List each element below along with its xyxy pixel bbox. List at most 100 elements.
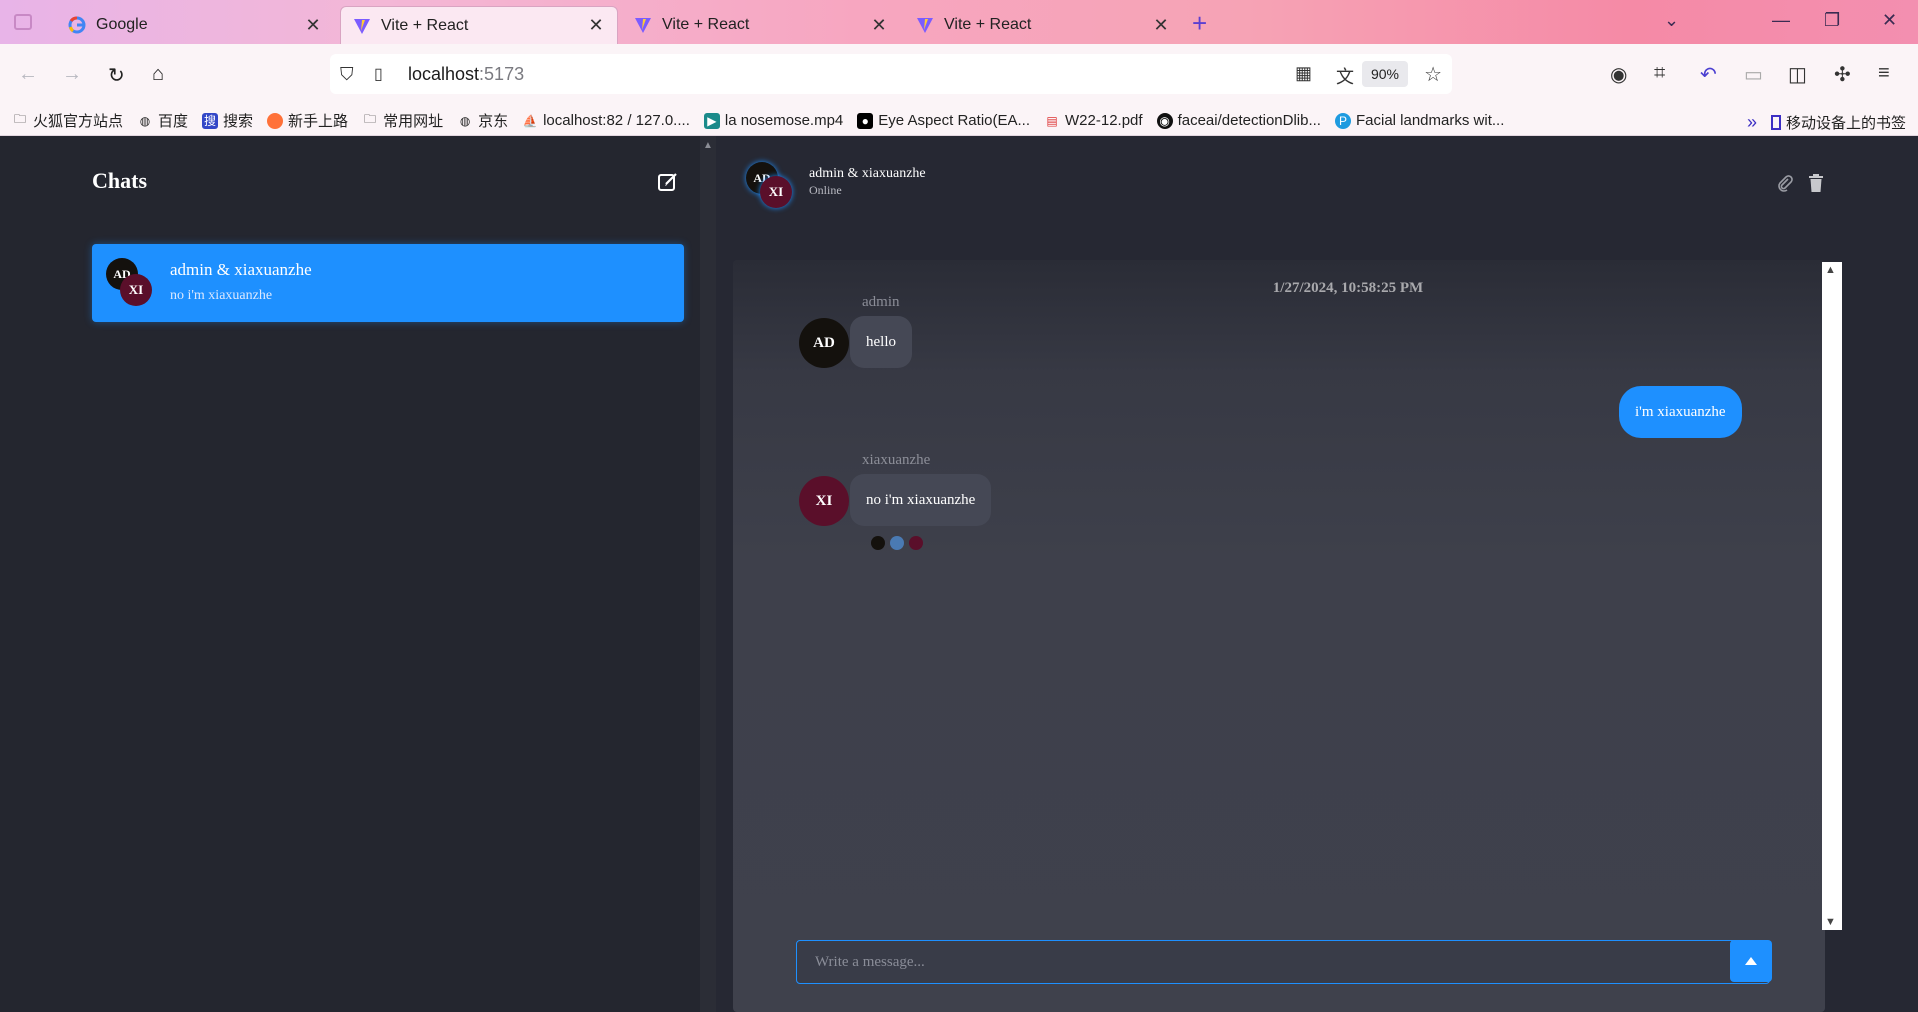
new-chat-edit-icon[interactable] <box>656 170 680 194</box>
shield-icon[interactable]: ⛉ <box>340 64 354 85</box>
bookmark-item[interactable]: 🗀 火狐官方站点 <box>12 110 123 131</box>
vite-icon <box>916 16 934 34</box>
sidebar-title: Chats <box>92 168 148 193</box>
chat-item-name: admin & xiaxuanzhe <box>170 260 312 279</box>
send-arrow-icon <box>1745 957 1757 965</box>
chat-header-name: admin & xiaxuanzhe <box>809 166 926 181</box>
account-icon[interactable]: ◉ <box>1610 62 1627 87</box>
message-sender: xiaxuanzhe <box>862 452 931 468</box>
browser-tab-vite[interactable]: Vite + React ✕ <box>622 6 900 44</box>
bookmark-item[interactable]: ◍ 百度 <box>137 110 188 131</box>
chat-item-last-message: no i'm xiaxuanzhe <box>170 288 273 303</box>
bookmark-label: faceai/detectionDlib... <box>1177 112 1321 129</box>
bookmark-item[interactable]: ⛵ localhost:82 / 127.0.... <box>522 112 690 129</box>
close-tab-icon[interactable]: ✕ <box>304 15 322 36</box>
bookmark-item[interactable]: 🗀 常用网址 <box>362 110 443 131</box>
mobile-device-icon <box>1770 115 1781 130</box>
bookmark-item[interactable]: 搜搜索 <box>202 110 253 131</box>
restore-window-button[interactable]: ❐ <box>1824 10 1840 31</box>
url-text[interactable]: localhost:5173 <box>408 64 524 85</box>
bookmark-label: 京东 <box>478 113 509 130</box>
chat-pane: AD XI admin & xiaxuanzhe Online 1/27/202… <box>716 136 1918 1012</box>
close-tab-icon[interactable]: ✕ <box>1152 15 1170 36</box>
typing-indicator-dot <box>871 536 885 550</box>
bookmark-item[interactable]: P Facial landmarks wit... <box>1334 112 1505 129</box>
mobile-bookmarks-label: 移动设备上的书签 <box>1785 115 1906 132</box>
screenshot-crop-icon[interactable]: ⌗ <box>1654 62 1665 85</box>
firefox-icon <box>267 112 284 129</box>
panel-splitter[interactable]: ▲ <box>700 136 716 1012</box>
globe-icon: ◍ <box>139 113 151 128</box>
vite-icon <box>353 17 371 35</box>
page-info-icon[interactable]: ▯ <box>374 64 383 84</box>
bookmark-star-icon[interactable]: ☆ <box>1424 62 1442 87</box>
translate-icon[interactable]: 文 <box>1336 63 1354 89</box>
message-list[interactable]: 1/27/2024, 10:58:25 PM admin AD hello i'… <box>733 260 1825 1012</box>
medium-icon: ● <box>857 112 874 129</box>
avatar: XI <box>760 176 792 208</box>
message-bubble: no i'm xiaxuanzhe <box>850 474 992 526</box>
undo-icon[interactable]: ↶ <box>1700 62 1717 87</box>
close-tab-icon[interactable]: ✕ <box>587 15 605 36</box>
folder-icon: 🗀 <box>13 112 26 126</box>
delete-trash-icon[interactable] <box>1808 174 1824 197</box>
chat-list-item[interactable]: AD XI admin & xiaxuanzhe no i'm xiaxuanz… <box>92 244 684 322</box>
avatar: XI <box>120 274 152 306</box>
bookmark-item[interactable]: ▶ la nosemose.mp4 <box>703 112 844 129</box>
globe-icon: ◍ <box>459 113 471 128</box>
message-bubble-outgoing: i'm xiaxuanzhe <box>1619 386 1742 438</box>
bookmark-label: Facial landmarks wit... <box>1355 112 1505 129</box>
bookmark-label: Eye Aspect Ratio(EA... <box>878 112 1031 129</box>
more-bookmarks-chevron-icon[interactable]: » <box>1747 112 1757 133</box>
phpmyadmin-icon: ⛵ <box>522 113 538 128</box>
reader-icon[interactable]: ▭ <box>1744 62 1763 87</box>
send-button[interactable] <box>1730 940 1772 982</box>
bookmark-item[interactable]: 新手上路 <box>267 110 348 131</box>
message-timestamp: 1/27/2024, 10:58:25 PM <box>1272 280 1424 296</box>
address-bar[interactable]: ⛉ ▯ localhost:5173 ▦ 文 90% ☆ <box>330 54 1452 94</box>
chevron-down-icon[interactable]: ▼ <box>1825 916 1836 928</box>
zoom-level-button[interactable]: 90% <box>1362 61 1408 87</box>
avatar: XI <box>799 476 849 526</box>
video-icon: ▶ <box>703 112 720 129</box>
bookmark-label: localhost:82 / 127.0.... <box>543 112 690 129</box>
back-icon[interactable]: ← <box>18 63 38 86</box>
bookmark-item[interactable]: ◍ 京东 <box>457 110 508 131</box>
chat-app: Chats AD XI admin & xiaxuanzhe no i'm xi… <box>0 136 1918 1012</box>
mobile-bookmarks[interactable]: » 移动设备上的书签 <box>1747 112 1906 133</box>
message-scrollbar[interactable]: ▲ ▼ <box>1822 262 1842 930</box>
bookmark-item[interactable]: ▤ W22-12.pdf <box>1044 112 1143 129</box>
tab-title: Vite + React <box>662 16 750 33</box>
extensions-icon[interactable]: ✣ <box>1834 62 1851 87</box>
forward-icon[interactable]: → <box>62 63 82 86</box>
menu-icon[interactable]: ≡ <box>1878 62 1890 85</box>
bookmark-label: W22-12.pdf <box>1065 112 1143 129</box>
qr-code-icon[interactable]: ▦ <box>1295 63 1312 84</box>
bookmark-label: 火狐官方站点 <box>33 113 124 130</box>
message-input[interactable] <box>797 941 1769 983</box>
new-tab-button[interactable]: + <box>1192 8 1207 39</box>
browser-toolbar: ← → ↻ ⌂ ⛉ ▯ localhost:5173 ▦ 文 90% ☆ ◉ ⌗… <box>0 44 1918 106</box>
browser-tab-vite-active[interactable]: Vite + React ✕ <box>340 6 618 44</box>
chevron-up-icon[interactable]: ▲ <box>1825 264 1836 276</box>
close-tab-icon[interactable]: ✕ <box>870 15 888 36</box>
reload-icon[interactable]: ↻ <box>108 63 125 88</box>
bookmarks-bar: 🗀 火狐官方站点 ◍ 百度 搜搜索 新手上路 🗀 常用网址 ◍ 京东 ⛵ localhos… <box>0 106 1918 136</box>
bookmark-item[interactable]: ● Eye Aspect Ratio(EA... <box>857 112 1030 129</box>
browser-tab-google[interactable]: Google ✕ <box>56 6 334 44</box>
close-window-button[interactable]: ✕ <box>1882 10 1897 31</box>
home-icon[interactable]: ⌂ <box>152 63 164 86</box>
pdf-icon: ▤ <box>1046 113 1058 128</box>
pyimagesearch-icon: P <box>1334 112 1351 129</box>
sidebar-toggle-icon[interactable] <box>14 14 32 30</box>
tab-list-chevron-icon[interactable]: ⌄ <box>1664 10 1679 31</box>
bookmark-item[interactable]: ◉ faceai/detectionDlib... <box>1156 112 1321 129</box>
bookmark-label: la nosemose.mp4 <box>724 112 844 129</box>
chevron-up-icon[interactable]: ▲ <box>703 140 713 151</box>
attachment-icon[interactable] <box>1776 174 1794 197</box>
message-composer[interactable] <box>796 940 1770 984</box>
minimize-window-button[interactable]: — <box>1772 10 1790 31</box>
search-site-icon: 搜 <box>202 112 219 129</box>
browser-tab-vite[interactable]: Vite + React ✕ <box>904 6 1182 44</box>
vpn-mask-icon[interactable]: ◫ <box>1788 62 1807 87</box>
